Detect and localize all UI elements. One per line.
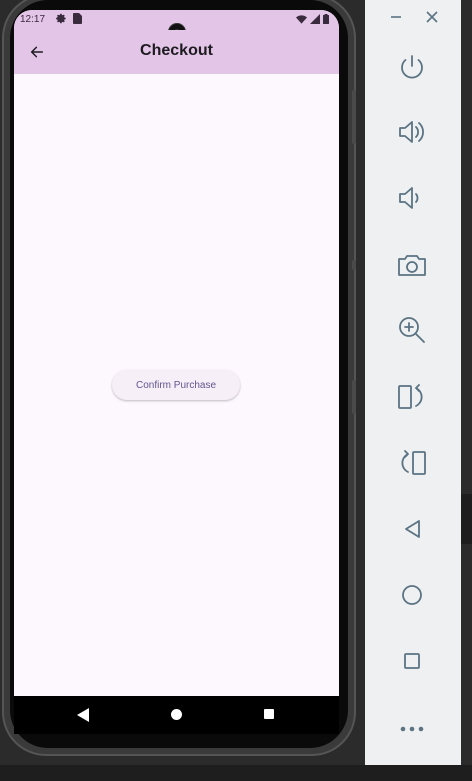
checkout-content: Confirm Purchase: [14, 74, 339, 696]
screenshot-button[interactable]: [393, 246, 431, 284]
camera-icon: [398, 255, 426, 276]
app-bar: Checkout: [14, 30, 339, 74]
overview-square-icon: [404, 653, 420, 669]
volume-up-button[interactable]: [393, 113, 431, 151]
emulator-toolbar: [365, 0, 461, 765]
side-hardware-button[interactable]: [352, 380, 356, 414]
status-left-icons: [56, 13, 82, 24]
rotate-right-icon: [401, 450, 426, 475]
minimize-icon[interactable]: [387, 8, 405, 26]
nav-home-icon[interactable]: [171, 709, 182, 720]
power-button[interactable]: [393, 48, 431, 86]
volume-hardware-button[interactable]: [352, 90, 356, 144]
zoom-in-icon: [399, 317, 425, 343]
status-time: 12:17: [20, 14, 46, 25]
zoom-button[interactable]: [393, 311, 431, 349]
rotate-left-button[interactable]: [393, 378, 431, 416]
volume-down-button[interactable]: [393, 179, 431, 217]
sim-card-icon: [73, 13, 82, 24]
emulator-home-button[interactable]: [393, 576, 431, 614]
nav-back-icon[interactable]: [77, 708, 89, 722]
close-icon[interactable]: [423, 8, 441, 26]
more-horizontal-icon: [400, 726, 424, 732]
system-nav-bar: [14, 696, 339, 734]
device-screen: 12:17 Checkout Confirm Purchase: [14, 10, 339, 734]
more-options-button[interactable]: [393, 708, 431, 746]
nav-recents-icon[interactable]: [264, 709, 274, 719]
volume-down-icon: [399, 187, 419, 209]
home-circle-icon: [402, 585, 422, 605]
window-bottom-strip: [0, 765, 472, 781]
power-icon: [401, 55, 423, 79]
settings-icon: [56, 13, 66, 24]
confirm-purchase-button[interactable]: Confirm Purchase: [112, 370, 240, 400]
signal-icon: [310, 14, 320, 24]
battery-icon: [323, 14, 329, 24]
page-title: Checkout: [140, 42, 213, 59]
wifi-icon: [296, 14, 307, 24]
power-hardware-button[interactable]: [352, 260, 356, 270]
back-triangle-icon: [405, 520, 420, 538]
emulator-back-button[interactable]: [393, 510, 431, 548]
window-edge: [461, 0, 472, 765]
rotate-left-icon: [398, 384, 423, 409]
volume-up-icon: [399, 121, 424, 143]
rotate-right-button[interactable]: [393, 444, 431, 482]
status-right-icons: [296, 14, 329, 24]
collapsed-side-tab[interactable]: [461, 494, 472, 544]
emulator-overview-button[interactable]: [393, 642, 431, 680]
